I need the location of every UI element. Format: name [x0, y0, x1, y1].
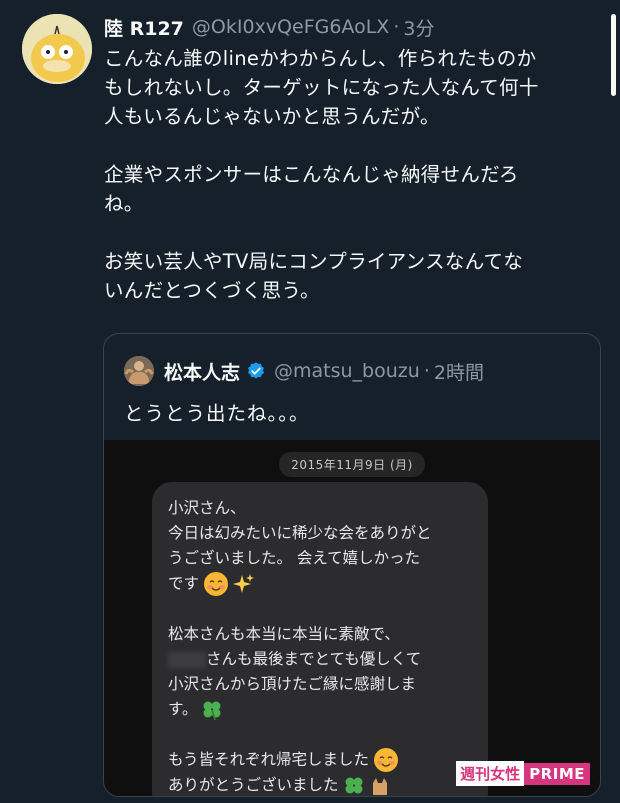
psyduck-avatar-icon	[22, 14, 92, 84]
chat-line: もう皆それぞれ帰宅しました	[168, 747, 488, 773]
chat-line-text: ありがとうございました	[168, 776, 339, 794]
smiling-face-emoji-icon	[204, 572, 229, 596]
tweet-text-line: いんだとつくづく思う。	[104, 279, 320, 302]
tweet-paragraph: こんなん誰のlineかわからんし、作られたものか もしれないし。ターゲットになっ…	[104, 44, 604, 131]
tweet-text-line: 企業やスポンサーはこんなんじゃ納得せんだろ	[104, 163, 519, 186]
chat-paragraph: もう皆それぞれ帰宅しました ありがとうございました	[168, 747, 488, 796]
watermark-brand-suffix: PRIME	[524, 762, 590, 785]
chat-line: 今日は幻みたいに稀少な会をありがと	[168, 524, 432, 542]
chat-line-text: もう皆それぞれ帰宅しました	[168, 750, 370, 769]
quoted-tweet-image[interactable]: 2015年11月9日 (月) 小沢さん、 今日は幻みたいに稀少な会をありがと う…	[104, 440, 600, 796]
tweet-text-line: もしれないし。ターゲットになった人なんて何十	[104, 76, 539, 99]
chat-line: す。	[168, 697, 488, 722]
sparkles-emoji-icon	[233, 574, 255, 593]
chat-line: うございました。 会えて嬉しかった	[168, 549, 421, 567]
quoted-author-avatar	[124, 356, 154, 386]
chat-line: さんも最後までとても優しくて	[168, 647, 488, 672]
tweet[interactable]: 陸 R127 @OkI0xvQeFG6AoLX · 3分 こんなん誰のlineか…	[0, 0, 620, 803]
chat-date-label: 2015年11月9日 (月)	[279, 452, 425, 477]
quoted-author-handle: @matsu_bouzu	[274, 360, 420, 382]
smiling-face-emoji-icon	[374, 748, 399, 772]
chat-line-text: です	[168, 574, 200, 593]
chat-line: ありがとうございました	[168, 773, 488, 796]
chat-line: です	[168, 571, 488, 597]
chat-date-header: 2015年11月9日 (月)	[104, 452, 600, 477]
author-display-name[interactable]: 陸 R127	[104, 14, 184, 41]
chat-paragraph: 小沢さん、 今日は幻みたいに稀少な会をありがと うございました。 会えて嬉しかっ…	[168, 496, 488, 597]
verified-badge-icon	[248, 362, 265, 379]
author-handle[interactable]: @OkI0xvQeFG6AoLX	[192, 16, 389, 38]
tweet-paragraph: 企業やスポンサーはこんなんじゃ納得せんだろ ね。	[104, 160, 604, 218]
chat-line: 小沢さん、	[168, 499, 246, 517]
scrollbar[interactable]	[611, 14, 616, 96]
muscle-avatar-icon	[124, 356, 154, 386]
tweet-text-line: ね。	[104, 192, 144, 215]
tweet-paragraph: お笑い芸人やTV局にコンプライアンスなんてな いんだとつくづく思う。	[104, 247, 604, 305]
quoted-tweet[interactable]: 松本人志 @matsu_bouzu · 2時間 とうとう出たね。。。 2015年…	[103, 333, 601, 797]
separator-dot: ·	[423, 360, 430, 382]
cat-emoji-icon	[372, 777, 387, 795]
tweet-header: 陸 R127 @OkI0xvQeFG6AoLX · 3分	[104, 12, 434, 42]
quoted-tweet-header: 松本人志 @matsu_bouzu · 2時間	[124, 356, 484, 386]
chat-paragraph: 松本さんも本当に本当に素敵で、 さんも最後までとても優しくて 小沢さんから頂けた…	[168, 622, 488, 722]
four-leaf-clover-emoji-icon	[345, 777, 363, 793]
chat-line: 松本さんも本当に本当に素敵で、	[168, 625, 400, 643]
chat-message-bubble: 小沢さん、 今日は幻みたいに稀少な会をありがと うございました。 会えて嬉しかっ…	[152, 482, 488, 796]
four-leaf-clover-emoji-icon	[203, 701, 221, 720]
tweet-text-line: 人もいるんじゃないかと思うんだが。	[104, 105, 440, 128]
separator-dot: ·	[393, 16, 400, 38]
chat-line: 小沢さんから頂けたご縁に感謝しま	[168, 675, 417, 693]
tweet-text: こんなん誰のlineかわからんし、作られたものか もしれないし。ターゲットになっ…	[104, 44, 604, 305]
tweet-text-line: こんなん誰のlineかわからんし、作られたものか	[104, 47, 537, 70]
publisher-watermark: 週刊女性 PRIME	[456, 761, 590, 786]
watermark-brand: 週刊女性	[456, 761, 525, 786]
blurred-name	[168, 651, 206, 668]
quoted-tweet-text: とうとう出たね。。。	[124, 402, 310, 425]
chat-line-text: す。	[168, 700, 198, 718]
chat-line-text: さんも最後までとても優しくて	[206, 650, 422, 668]
quoted-author-display-name: 松本人志	[164, 361, 241, 384]
author-avatar[interactable]	[22, 14, 92, 84]
tweet-text-line: お笑い芸人やTV局にコンプライアンスなんてな	[104, 250, 524, 273]
tweet-timestamp[interactable]: 3分	[403, 14, 434, 41]
quoted-tweet-timestamp: 2時間	[433, 361, 484, 384]
